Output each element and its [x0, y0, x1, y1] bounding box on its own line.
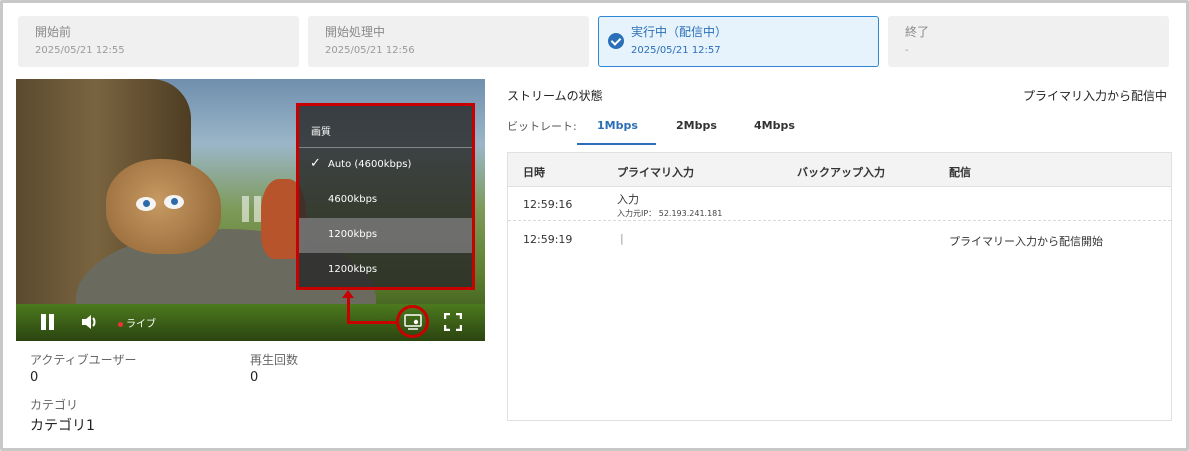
- live-indicator: ライブ: [118, 315, 156, 330]
- column-header: 配信: [949, 166, 971, 179]
- step-running: 実行中（配信中） 2025/05/21 12:57: [598, 16, 879, 67]
- step-title: 開始処理中: [325, 25, 386, 39]
- quality-option-label: 4600kbps: [328, 194, 378, 205]
- quality-menu: 画質 ✓ Auto (4600kbps) 4600kbps 1200kbps 12…: [296, 103, 475, 290]
- annotation-arrow-line: [347, 296, 350, 324]
- step-before-start: 開始前 2025/05/21 12:55: [18, 16, 299, 67]
- eye: [136, 197, 156, 211]
- quality-option[interactable]: 1200kbps: [299, 218, 472, 253]
- check-icon: ✓: [310, 156, 321, 171]
- column-header: バックアップ入力: [797, 166, 885, 179]
- row-divider: [508, 220, 1171, 221]
- row-time: 12:59:19: [523, 233, 573, 246]
- volume-icon[interactable]: [80, 313, 100, 331]
- active-tab-indicator: [577, 143, 656, 145]
- quality-option-label: 1200kbps: [328, 229, 378, 240]
- category-value: カテゴリ1: [30, 418, 95, 434]
- quality-option[interactable]: 4600kbps: [299, 183, 472, 218]
- pause-icon[interactable]: [40, 314, 56, 330]
- bitrate-label: ビットレート:: [507, 120, 577, 133]
- live-label: ライブ: [126, 319, 156, 330]
- settings-icon: [404, 314, 422, 330]
- eye: [164, 195, 184, 209]
- row-delivery: プライマリー入力から配信開始: [949, 235, 1103, 248]
- step-title: 実行中（配信中）: [631, 25, 728, 39]
- quality-option[interactable]: 1200kbps: [299, 253, 472, 288]
- step-date: 2025/05/21 12:56: [325, 45, 415, 56]
- column-header: プライマリ入力: [617, 166, 694, 179]
- quality-option-label: Auto (4600kbps): [328, 159, 412, 170]
- stream-status-title: ストリームの状態: [507, 89, 603, 103]
- step-date: 2025/05/21 12:55: [35, 45, 125, 56]
- annotation-arrow-line: [347, 321, 396, 324]
- step-title: 終了: [905, 25, 930, 39]
- step-finished: 終了 -: [888, 16, 1169, 67]
- stream-log-table: 日時 プライマリ入力 バックアップ入力 配信 12:59:16 入力 入力元IP…: [507, 152, 1172, 421]
- quality-option[interactable]: ✓ Auto (4600kbps): [299, 148, 472, 183]
- stream-status-text: プライマリ入力から配信中: [1023, 89, 1168, 103]
- check-circle-icon: [608, 33, 624, 49]
- table-header: 日時 プライマリ入力 バックアップ入力 配信: [508, 153, 1171, 187]
- video-scene-character: [106, 159, 221, 254]
- step-starting: 開始処理中 2025/05/21 12:56: [308, 16, 589, 67]
- play-count-value: 0: [250, 370, 259, 385]
- step-title: 開始前: [35, 25, 72, 39]
- category-label: カテゴリ: [30, 398, 79, 412]
- tab-2mbps[interactable]: 2Mbps: [676, 119, 717, 132]
- player-controls: ライブ: [16, 305, 485, 341]
- quality-menu-title: 画質: [299, 106, 472, 148]
- quality-option-label: 1200kbps: [328, 264, 378, 275]
- fullscreen-icon[interactable]: [443, 312, 463, 332]
- row-primary-sub: 入力元IP： 52.193.241.181: [617, 209, 723, 218]
- step-date: -: [905, 45, 909, 56]
- tab-1mbps[interactable]: 1Mbps: [597, 119, 638, 132]
- step-date: 2025/05/21 12:57: [631, 45, 721, 56]
- tab-4mbps[interactable]: 4Mbps: [754, 119, 795, 132]
- row-time: 12:59:16: [523, 198, 573, 211]
- settings-button[interactable]: [396, 305, 429, 338]
- live-dot-icon: [118, 321, 123, 327]
- column-header: 日時: [523, 166, 545, 179]
- row-primary: |: [620, 232, 624, 245]
- active-users-value: 0: [30, 370, 39, 385]
- play-count-label: 再生回数: [250, 353, 299, 367]
- active-users-label: アクティブユーザー: [30, 353, 137, 367]
- row-primary: 入力: [617, 193, 639, 206]
- center-pause-icon[interactable]: [240, 196, 264, 222]
